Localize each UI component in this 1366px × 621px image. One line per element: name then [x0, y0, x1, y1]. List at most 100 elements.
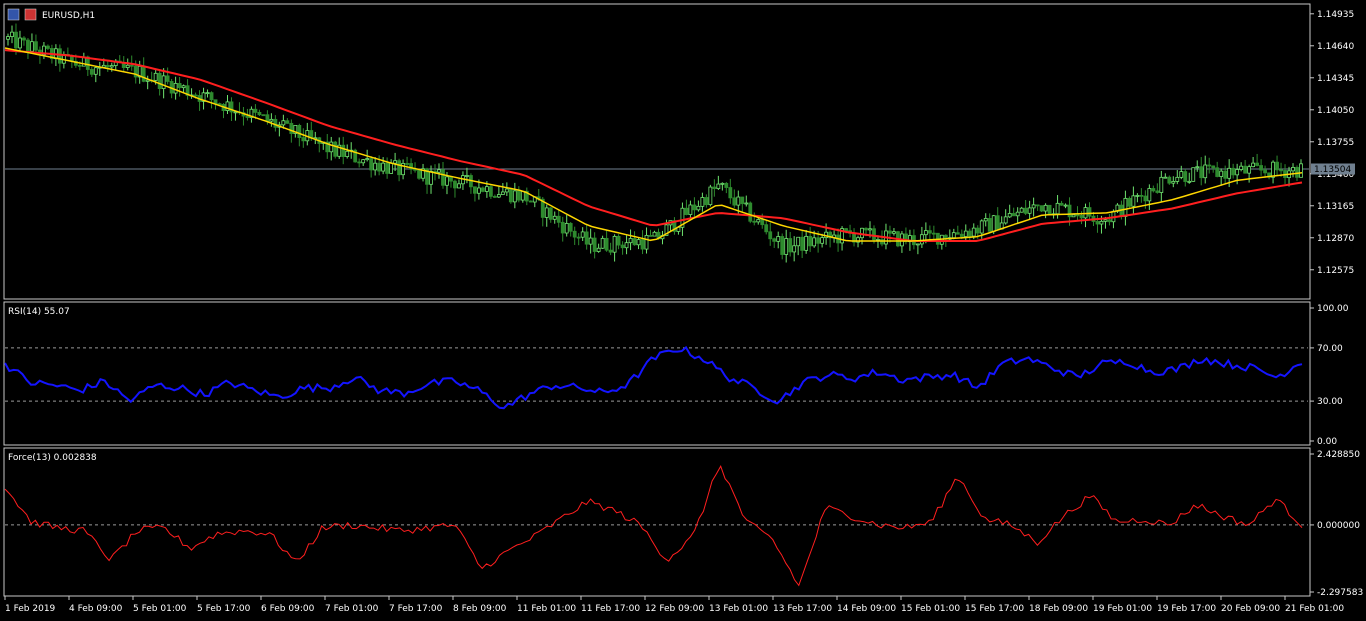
current-price-label: 1.13504	[1314, 165, 1351, 175]
candle-body	[129, 64, 134, 67]
candle-body	[624, 242, 629, 249]
candle-body	[181, 85, 186, 89]
price-tick-label: 1.13755	[1317, 138, 1354, 148]
force-title: Force(13) 0.002838	[8, 453, 97, 463]
candle-body	[927, 230, 932, 234]
candle-body	[592, 237, 597, 252]
candle-body	[193, 94, 198, 97]
candle-body	[708, 186, 713, 206]
candle-body	[1039, 205, 1044, 212]
candle-body	[967, 230, 972, 237]
candle-body	[888, 230, 892, 234]
candle-body	[429, 170, 433, 185]
candle-body	[1143, 195, 1148, 202]
candle-body	[10, 31, 14, 37]
candle-body	[1007, 213, 1012, 218]
candle-body	[1047, 204, 1052, 215]
candle-body	[508, 188, 513, 203]
candle-body	[1183, 171, 1188, 182]
candle-body	[205, 92, 210, 95]
candle-body	[1215, 167, 1220, 177]
candle-body	[872, 228, 876, 241]
candle-body	[1223, 170, 1228, 179]
candle-body	[808, 235, 813, 247]
candle-body	[712, 186, 717, 189]
candle-body	[496, 194, 501, 198]
candle-body	[584, 231, 589, 245]
candle-body	[772, 238, 777, 242]
candle-body	[1131, 195, 1136, 207]
time-tick-label: 21 Feb 01:00	[1285, 604, 1344, 614]
candle-body	[1095, 221, 1100, 225]
candle-body	[1063, 204, 1068, 207]
candle-body	[528, 200, 533, 203]
candle-body	[788, 238, 793, 253]
candle-body	[640, 239, 645, 250]
candle-body	[520, 190, 525, 201]
candle-body	[1259, 165, 1263, 171]
candle-body	[345, 150, 350, 157]
candle-body	[971, 227, 976, 237]
price-tick-label: 1.14050	[1317, 106, 1354, 116]
candle-body	[34, 41, 38, 51]
candle-body	[1079, 214, 1084, 219]
candle-body	[959, 233, 964, 237]
time-tick-label: 7 Feb 17:00	[389, 604, 443, 614]
candle-body	[1151, 188, 1156, 192]
candle-body	[740, 196, 745, 205]
candle-body	[1023, 207, 1028, 214]
candle-body	[1055, 202, 1060, 215]
candle-body	[445, 176, 449, 186]
rsi-tick-label: 100.00	[1317, 304, 1349, 314]
candle-body	[963, 230, 968, 237]
candle-body	[417, 169, 421, 179]
candle-body	[253, 108, 258, 113]
force-tick-label: -2.297583	[1317, 588, 1363, 598]
candle-body	[688, 204, 693, 215]
candle-body	[1299, 163, 1303, 178]
candle-body	[1155, 190, 1160, 193]
candle-body	[1203, 164, 1208, 179]
candle-body	[860, 227, 864, 239]
candle-body	[732, 197, 737, 206]
candle-body	[57, 48, 62, 64]
candle-body	[261, 114, 266, 117]
candle-body	[923, 230, 928, 236]
rsi-tick-label: 0.00	[1317, 437, 1337, 447]
candle-body	[504, 188, 509, 193]
candle-body	[975, 227, 980, 234]
candle-body	[616, 235, 621, 246]
candle-body	[477, 187, 481, 194]
symbol-label: EURUSD,H1	[42, 11, 95, 21]
candle-body	[636, 239, 641, 246]
candle-body	[389, 162, 394, 174]
candle-body	[991, 215, 996, 232]
candle-body	[564, 223, 569, 234]
candle-body	[760, 219, 765, 226]
candle-body	[784, 238, 789, 255]
time-tick-label: 5 Feb 01:00	[133, 604, 187, 614]
candle-body	[1075, 214, 1080, 217]
candle-body	[652, 231, 657, 237]
candle-body	[209, 92, 214, 101]
candle-body	[1107, 219, 1112, 223]
candle-body	[1179, 171, 1184, 178]
candle-body	[381, 162, 386, 172]
candle-body	[1035, 204, 1040, 207]
candle-body	[393, 160, 398, 164]
candle-body	[1103, 219, 1108, 222]
candle-body	[1015, 211, 1020, 217]
candle-body	[1031, 204, 1036, 209]
candle-body	[820, 237, 825, 244]
trading-chart[interactable]: 1.149351.146401.143451.140501.137551.134…	[0, 0, 1366, 621]
candle-body	[6, 36, 10, 40]
candle-body	[165, 75, 170, 82]
force-tick-label: 0.000000	[1317, 521, 1360, 531]
candle-body	[728, 187, 733, 199]
candle-body	[405, 163, 409, 165]
time-tick-label: 6 Feb 09:00	[261, 604, 315, 614]
candle-body	[1139, 194, 1144, 197]
candle-body	[1147, 188, 1152, 202]
candle-body	[213, 99, 218, 105]
candle-body	[161, 75, 166, 89]
